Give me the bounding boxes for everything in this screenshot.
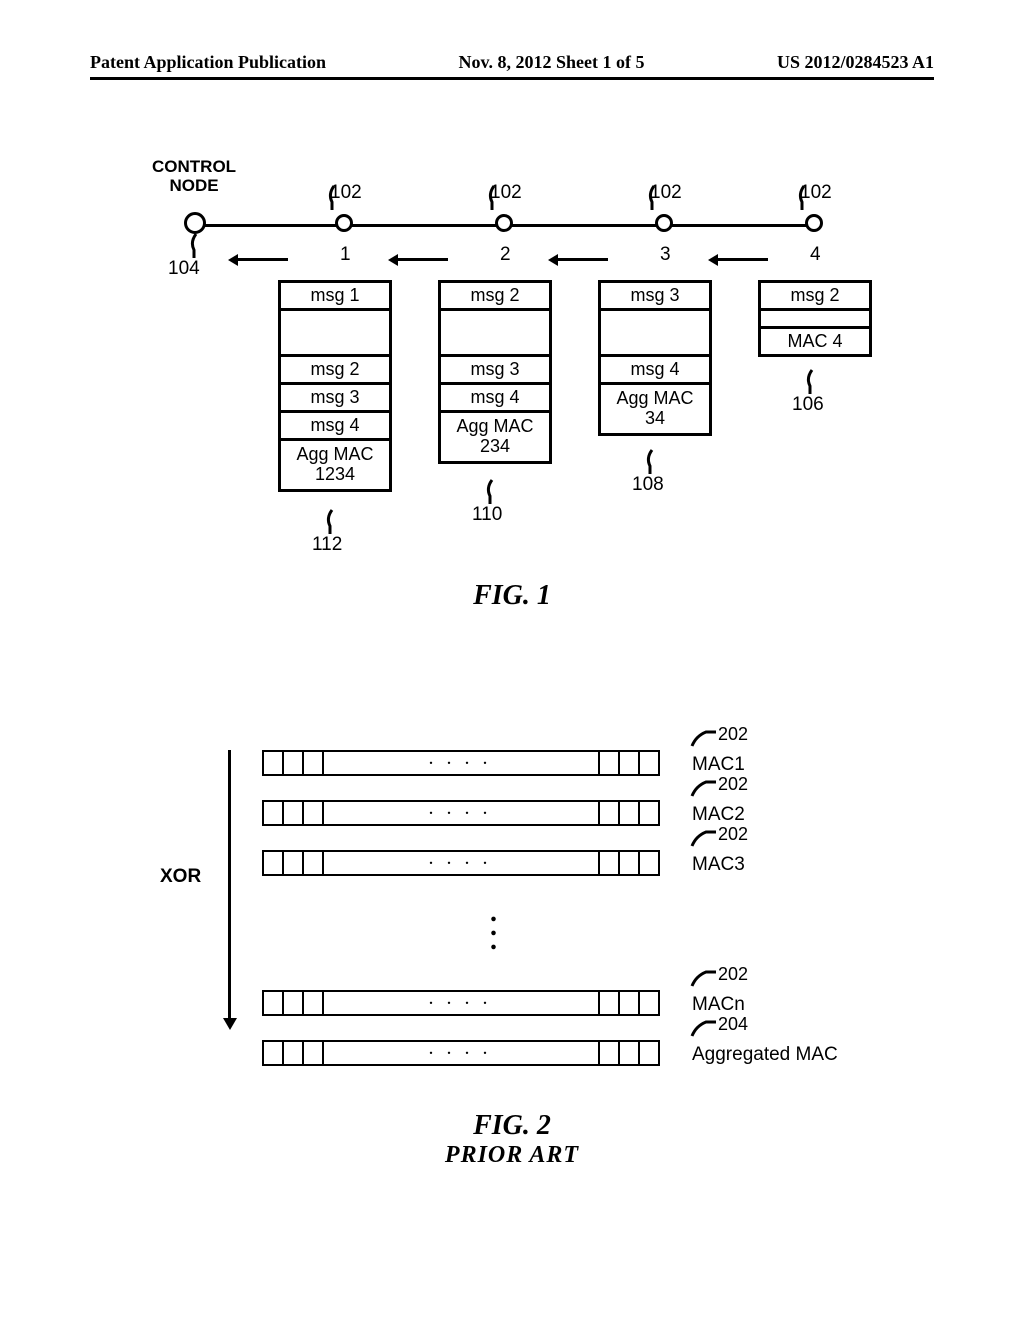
- packet-col-3: msg 3 msg 4 Agg MAC34: [598, 280, 712, 436]
- col4-msg2: msg 2: [760, 282, 871, 310]
- col1-spacer: [280, 310, 391, 356]
- control-node-label-line2: NODE: [169, 176, 218, 195]
- node-4-number: 4: [810, 244, 821, 266]
- ref-112-leader: [324, 508, 344, 528]
- node-4-icon: [805, 214, 823, 232]
- macn-row: . . . .: [262, 990, 658, 1016]
- col4-spacer: [760, 310, 871, 328]
- arrow-2: [388, 254, 448, 266]
- mac1-ref-leader: [690, 728, 710, 748]
- ref-102-leader-3: [646, 184, 666, 204]
- ref-106-leader: [804, 368, 824, 388]
- aggmac-row: . . . .: [262, 1040, 658, 1066]
- mac3-row: . . . .: [262, 850, 658, 876]
- col1-msg3: msg 3: [280, 384, 391, 412]
- col1-aggmac: Agg MAC1234: [280, 440, 391, 491]
- node-1-number: 1: [340, 244, 351, 266]
- ref-104: 104: [168, 258, 200, 280]
- control-node-label: CONTROL NODE: [152, 158, 236, 195]
- col2-msg3: msg 3: [440, 356, 551, 384]
- control-node-icon: [184, 212, 206, 234]
- macn-ref: 202: [718, 964, 748, 985]
- aggmac-ref: 204: [718, 1014, 748, 1035]
- header-right: US 2012/0284523 A1: [777, 52, 934, 73]
- col2-msg2: msg 2: [440, 282, 551, 310]
- mac3-ref-leader: [690, 828, 710, 848]
- macn-ref-leader: [690, 968, 710, 988]
- node-3-icon: [655, 214, 673, 232]
- mac1-row: . . . .: [262, 750, 658, 776]
- arrow-1: [228, 254, 288, 266]
- col1-msg1: msg 1: [280, 282, 391, 310]
- ref-104-leader: [188, 232, 208, 252]
- header-rule: [90, 77, 934, 80]
- col3-msg3: msg 3: [600, 282, 711, 310]
- col2-spacer: [440, 310, 551, 356]
- col2-msg4: msg 4: [440, 384, 551, 412]
- ref-102-leader-1: [326, 184, 346, 204]
- mac2-ref: 202: [718, 774, 748, 795]
- packet-col-2: msg 2 msg 3 msg 4 Agg MAC234: [438, 280, 552, 464]
- node-2-icon: [495, 214, 513, 232]
- col1-msg2: msg 2: [280, 356, 391, 384]
- xor-arrow-icon: [228, 750, 231, 1020]
- ref-102-leader-2: [486, 184, 506, 204]
- col3-aggmac: Agg MAC34: [600, 384, 711, 435]
- header-left: Patent Application Publication: [90, 52, 326, 73]
- ref-102-leader-4: [796, 184, 816, 204]
- vertical-ellipsis: ...: [490, 906, 497, 948]
- ref-110-leader: [484, 478, 504, 498]
- arrow-4: [708, 254, 768, 266]
- mac1-label: MAC1: [692, 754, 745, 776]
- mac2-ref-leader: [690, 778, 710, 798]
- mac2-row: . . . .: [262, 800, 658, 826]
- figure-2-caption-wrap: FIG. 2 PRIOR ART: [0, 1110, 1024, 1169]
- aggmac-label: Aggregated MAC: [692, 1044, 838, 1066]
- col3-spacer: [600, 310, 711, 356]
- mac2-label: MAC2: [692, 804, 745, 826]
- ref-112: 112: [312, 534, 342, 556]
- col2-aggmac: Agg MAC234: [440, 412, 551, 463]
- col4-mac4: MAC 4: [760, 328, 871, 356]
- ref-108: 108: [632, 474, 664, 496]
- packet-col-1: msg 1 msg 2 msg 3 msg 4 Agg MAC1234: [278, 280, 392, 492]
- macn-label: MACn: [692, 994, 745, 1016]
- node-3-number: 3: [660, 244, 671, 266]
- control-node-label-line1: CONTROL: [152, 157, 236, 176]
- mac3-label: MAC3: [692, 854, 745, 876]
- figure-1-caption-wrap: FIG. 1: [0, 580, 1024, 612]
- ref-108-leader: [644, 448, 664, 468]
- packet-col-4: msg 2 MAC 4: [758, 280, 872, 357]
- xor-label: XOR: [160, 866, 201, 888]
- node-2-number: 2: [500, 244, 511, 266]
- aggmac-ref-leader: [690, 1018, 710, 1038]
- figure-1-caption: FIG. 1: [0, 580, 1024, 612]
- ref-106: 106: [792, 394, 824, 416]
- ref-110: 110: [472, 504, 502, 526]
- col1-msg4: msg 4: [280, 412, 391, 440]
- figure-2-caption: FIG. 2: [0, 1110, 1024, 1142]
- mac3-ref: 202: [718, 824, 748, 845]
- arrow-3: [548, 254, 608, 266]
- node-1-icon: [335, 214, 353, 232]
- col3-msg4: msg 4: [600, 356, 711, 384]
- prior-art-label: PRIOR ART: [0, 1142, 1024, 1169]
- header-center: Nov. 8, 2012 Sheet 1 of 5: [459, 52, 645, 73]
- mac1-ref: 202: [718, 724, 748, 745]
